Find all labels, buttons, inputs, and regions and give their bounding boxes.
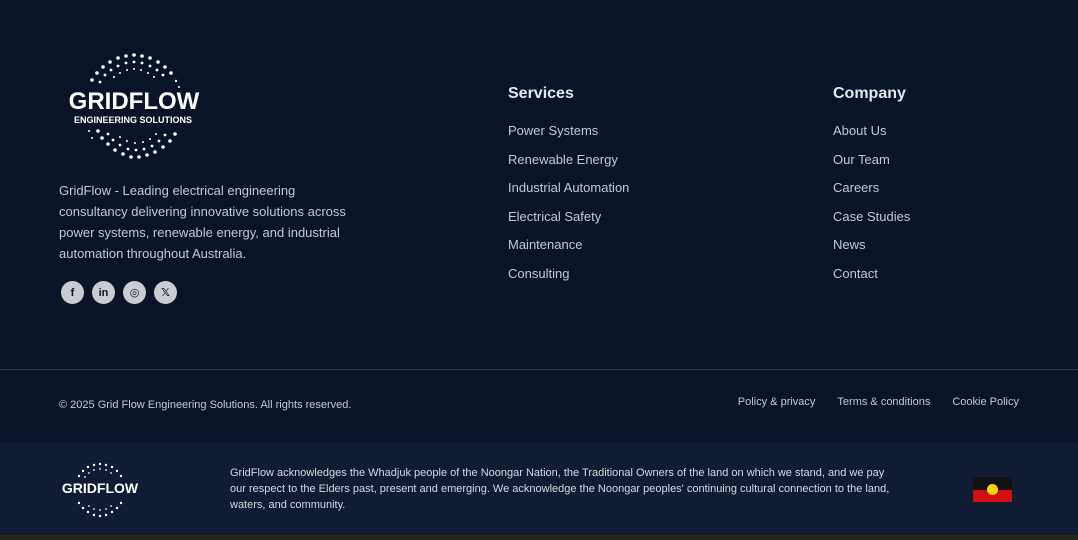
company-column: Company About Us Our Team Careers Case S… <box>833 84 910 293</box>
gridflow-small-logo[interactable]: GRIDFLOW <box>58 461 142 519</box>
legal-links: Policy & privacy Terms & conditions Cook… <box>738 396 1019 408</box>
gridflow-logo[interactable]: GRIDFLOW ENGINEERING SOLUTIONS <box>58 52 210 164</box>
social-links: f in ◎ 𝕏 <box>61 281 177 304</box>
instagram-icon[interactable]: ◎ <box>123 281 146 304</box>
terms-conditions-link[interactable]: Terms & conditions <box>837 396 930 408</box>
company-link-our-team[interactable]: Our Team <box>833 151 910 180</box>
company-description: GridFlow - Leading electrical engineerin… <box>59 183 346 261</box>
company-link-news[interactable]: News <box>833 236 910 265</box>
copyright-text: © 2025 Grid Flow Engineering Solutions. … <box>59 399 352 411</box>
company-link-about-us[interactable]: About Us <box>833 122 910 151</box>
small-logo-wordmark: GRIDFLOW <box>62 480 139 496</box>
services-link-consulting[interactable]: Consulting <box>508 265 629 294</box>
company-link-careers[interactable]: Careers <box>833 179 910 208</box>
acknowledgement-text: GridFlow acknowledges the Whadjuk people… <box>230 467 890 511</box>
services-link-power-systems[interactable]: Power Systems <box>508 122 629 151</box>
aboriginal-flag-icon <box>973 477 1012 502</box>
company-link-contact[interactable]: Contact <box>833 265 910 294</box>
company-link-case-studies[interactable]: Case Studies <box>833 208 910 237</box>
footer-main: GRIDFLOW ENGINEERING SOLUTIONS GridFlow … <box>0 0 1078 370</box>
services-link-industrial-automation[interactable]: Industrial Automation <box>508 179 629 208</box>
linkedin-icon[interactable]: in <box>92 281 115 304</box>
acknowledgement-bar: GRIDFLOW GridFlow acknowledges the Whadj… <box>0 443 1078 535</box>
logo-wordmark: GRIDFLOW <box>69 88 200 115</box>
privacy-policy-link[interactable]: Policy & privacy <box>738 396 816 408</box>
footer-divider <box>0 369 1078 370</box>
services-column: Services Power Systems Renewable Energy … <box>508 84 629 293</box>
company-heading: Company <box>833 85 906 102</box>
facebook-icon[interactable]: f <box>61 281 84 304</box>
services-link-maintenance[interactable]: Maintenance <box>508 236 629 265</box>
cookie-policy-link[interactable]: Cookie Policy <box>952 396 1019 408</box>
services-link-renewable-energy[interactable]: Renewable Energy <box>508 151 629 180</box>
services-link-electrical-safety[interactable]: Electrical Safety <box>508 208 629 237</box>
logo-tagline: ENGINEERING SOLUTIONS <box>74 115 192 125</box>
bottom-strip <box>0 535 1078 540</box>
x-icon[interactable]: 𝕏 <box>154 281 177 304</box>
services-heading: Services <box>508 85 574 102</box>
